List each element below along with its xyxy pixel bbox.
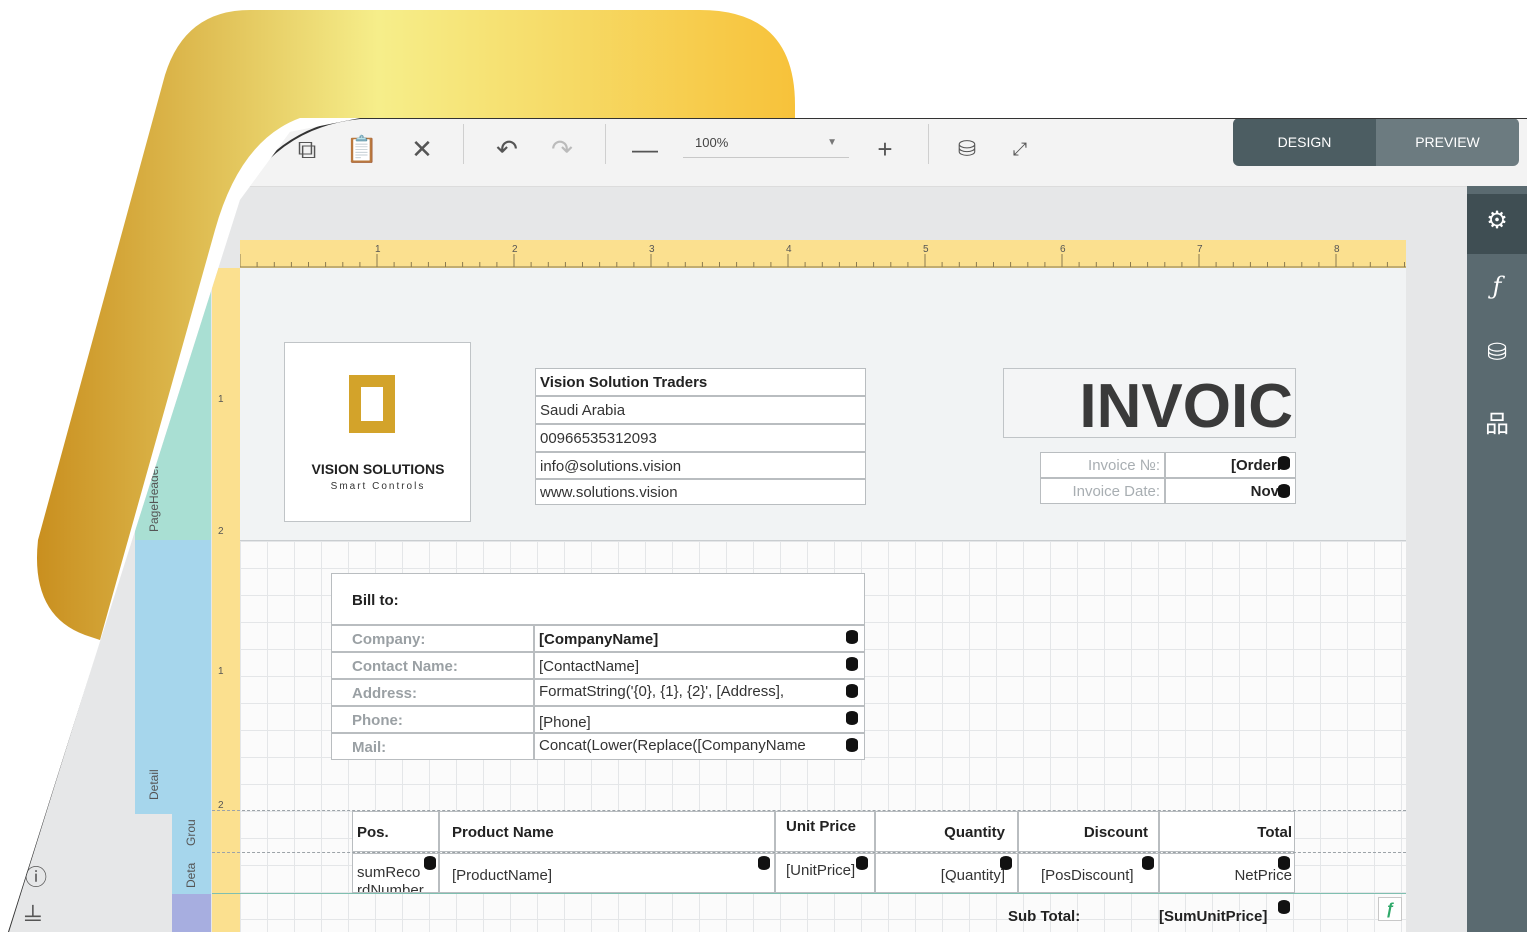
ruler-tick-label: 1 — [218, 394, 224, 405]
database-icon — [846, 630, 858, 644]
table-header-pos[interactable]: Pos. — [352, 811, 439, 852]
band-detail-report[interactable]: Deta — [172, 854, 211, 894]
zoom-out-icon[interactable]: — — [628, 132, 662, 166]
table-header-discount[interactable]: Discount — [1018, 811, 1159, 852]
database-icon[interactable]: ⛁ — [1467, 338, 1527, 367]
ruler-ticks — [240, 254, 1406, 268]
subtotal-label[interactable]: Sub Total: — [1004, 896, 1149, 932]
bill-to-contact-field[interactable]: [ContactName] — [534, 652, 865, 679]
validate-bindings-icon[interactable]: ⛁ — [950, 132, 984, 166]
invoice-number-label[interactable]: Invoice №: — [1040, 452, 1165, 478]
function-icon[interactable]: ƒ — [1467, 272, 1527, 300]
company-name-field[interactable]: Vision Solution Traders — [535, 368, 866, 396]
database-icon — [1142, 856, 1154, 870]
table-cell-discount[interactable]: [PosDiscount] — [1018, 853, 1159, 893]
bill-to-phone-label[interactable]: Phone: — [331, 706, 534, 733]
ruler-top: 1 2 3 4 5 6 7 8 — [240, 240, 1406, 268]
database-icon — [846, 684, 858, 698]
paste-icon[interactable]: 📋 — [345, 132, 379, 166]
bill-to-company-field[interactable]: [CompanyName] — [534, 625, 865, 652]
table-header-unit-price[interactable]: Unit Price — [775, 811, 875, 852]
right-side-panel: ⚙ ƒ ⛁ 品 — [1467, 186, 1527, 932]
redo-icon[interactable]: ↷ — [545, 132, 579, 166]
stage: ✂ ⧉ 📋 ✕ ↶ ↷ — 100% ▼ + ⛁ ⤢ DESIGN PREVIE… — [0, 0, 1527, 932]
expression-function-button[interactable]: ƒ — [1378, 897, 1402, 921]
design-mode-button[interactable]: DESIGN — [1233, 118, 1376, 166]
band-separator — [212, 893, 1406, 894]
band-detail[interactable]: Detail — [135, 540, 211, 814]
company-phone-field[interactable]: 00966535312093 — [535, 424, 866, 452]
band-group-footer[interactable] — [172, 894, 211, 932]
table-cell-total[interactable]: NetPrice — [1159, 853, 1295, 893]
invoice-date-label[interactable]: Invoice Date: — [1040, 478, 1165, 504]
undo-icon[interactable]: ↶ — [490, 132, 524, 166]
database-icon — [856, 856, 868, 870]
band-group-header[interactable]: Grou — [172, 814, 211, 854]
logo-tagline: Smart Controls — [330, 481, 426, 492]
database-icon — [1278, 484, 1290, 498]
bill-to-company-label[interactable]: Company: — [331, 625, 534, 652]
bill-to-phone-field[interactable]: [Phone] — [534, 706, 865, 733]
bill-to-address-label[interactable]: Address: — [331, 679, 534, 706]
toolbar-separator — [463, 124, 464, 164]
bill-to-address-field[interactable]: FormatString('{0}, {1}, {2}', [Address], — [534, 679, 865, 706]
band-label-text: Deta — [184, 862, 198, 888]
database-icon — [846, 657, 858, 671]
logo-name: VISION SOLUTIONS — [311, 461, 445, 477]
database-icon — [1278, 900, 1290, 914]
gear-icon[interactable]: ⚙ — [1467, 206, 1527, 235]
database-icon — [846, 711, 858, 725]
preview-mode-button[interactable]: PREVIEW — [1376, 118, 1519, 166]
report-explorer-icon[interactable]: 品 — [1467, 404, 1527, 439]
database-icon — [1278, 856, 1290, 870]
database-icon — [846, 738, 858, 752]
logo: VISION SOLUTIONS Smart Controls — [305, 369, 451, 499]
database-icon — [424, 856, 436, 870]
bill-to-contact-label[interactable]: Contact Name: — [331, 652, 534, 679]
logo-square-icon — [349, 375, 395, 433]
band-label-text: Grou — [184, 819, 198, 846]
table-cell-product[interactable]: [ProductName] — [439, 853, 775, 893]
table-cell-quantity[interactable]: [Quantity] — [875, 853, 1018, 893]
database-icon — [1278, 456, 1290, 470]
delete-icon[interactable]: ✕ — [405, 132, 439, 166]
zoom-select[interactable]: 100% ▼ — [683, 128, 849, 158]
database-icon — [758, 856, 770, 870]
bill-to-mail-field[interactable]: Concat(Lower(Replace([CompanyName — [534, 733, 865, 760]
mode-toggle: DESIGN PREVIEW — [1233, 118, 1519, 166]
company-email-field[interactable]: info@solutions.vision — [535, 452, 866, 479]
invoice-date-field[interactable]: Nov — [1165, 478, 1296, 504]
bill-to-heading[interactable]: Bill to: — [331, 573, 865, 625]
ruler-tick-label: 1 — [218, 666, 224, 677]
table-header-total[interactable]: Total — [1159, 811, 1295, 852]
subtotal-field[interactable]: [SumUnitPrice] — [1155, 896, 1295, 932]
copy-icon[interactable]: ⧉ — [290, 132, 324, 166]
ruler-left: 1 2 1 2 — [212, 268, 240, 932]
ruler-tick-label: 2 — [218, 526, 224, 537]
database-icon — [1000, 856, 1012, 870]
invoice-number-field[interactable]: [OrderI — [1165, 452, 1296, 478]
company-web-field[interactable]: www.solutions.vision — [535, 479, 866, 505]
logo-picture-box[interactable]: VISION SOLUTIONS Smart Controls — [284, 342, 471, 522]
fullscreen-icon[interactable]: ⤢ — [1003, 132, 1037, 166]
zoom-value: 100% — [695, 135, 729, 150]
bill-to-mail-label[interactable]: Mail: — [331, 733, 534, 760]
toolbar-separator — [928, 124, 929, 164]
toolbar-separator — [605, 124, 606, 164]
zoom-in-icon[interactable]: + — [868, 132, 902, 166]
table-header-product[interactable]: Product Name — [439, 811, 775, 852]
chevron-down-icon: ▼ — [827, 137, 837, 148]
invoice-title[interactable]: INVOIC — [1003, 368, 1296, 438]
company-country-field[interactable]: Saudi Arabia — [535, 396, 866, 424]
band-label-text: Detail — [147, 769, 161, 800]
add-band-icon[interactable]: ╧ — [25, 905, 41, 931]
table-header-quantity[interactable]: Quantity — [875, 811, 1018, 852]
